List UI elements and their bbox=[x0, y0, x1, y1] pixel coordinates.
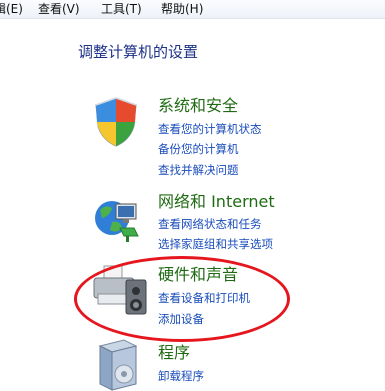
menu-help[interactable]: 帮助(H) bbox=[161, 1, 203, 17]
link-find-fix-problems[interactable]: 查找并解决问题 bbox=[158, 162, 239, 178]
menu-view[interactable]: 查看(V) bbox=[38, 1, 80, 17]
network-globe-icon bbox=[95, 201, 139, 242]
menu-tools[interactable]: 工具(T) bbox=[101, 1, 142, 17]
link-uninstall-program[interactable]: 卸载程序 bbox=[158, 368, 204, 384]
programs-box-icon bbox=[98, 339, 138, 391]
menu-edit[interactable]: 辑(E) bbox=[0, 1, 23, 17]
page-title: 调整计算机的设置 bbox=[78, 43, 199, 61]
red-highlight-ellipse bbox=[74, 256, 290, 342]
link-view-computer-status[interactable]: 查看您的计算机状态 bbox=[158, 121, 262, 137]
link-backup-computer[interactable]: 备份您的计算机 bbox=[158, 141, 239, 157]
category-network-internet-title[interactable]: 网络和 Internet bbox=[158, 192, 275, 212]
category-system-security-title[interactable]: 系统和安全 bbox=[158, 96, 238, 116]
category-programs-title[interactable]: 程序 bbox=[158, 343, 190, 363]
menu-bar: 辑(E) 查看(V) 工具(T) 帮助(H) bbox=[0, 0, 385, 19]
link-view-network-status[interactable]: 查看网络状态和任务 bbox=[158, 216, 262, 232]
shield-icon bbox=[95, 97, 137, 147]
link-homegroup-sharing[interactable]: 选择家庭组和共享选项 bbox=[158, 236, 273, 252]
